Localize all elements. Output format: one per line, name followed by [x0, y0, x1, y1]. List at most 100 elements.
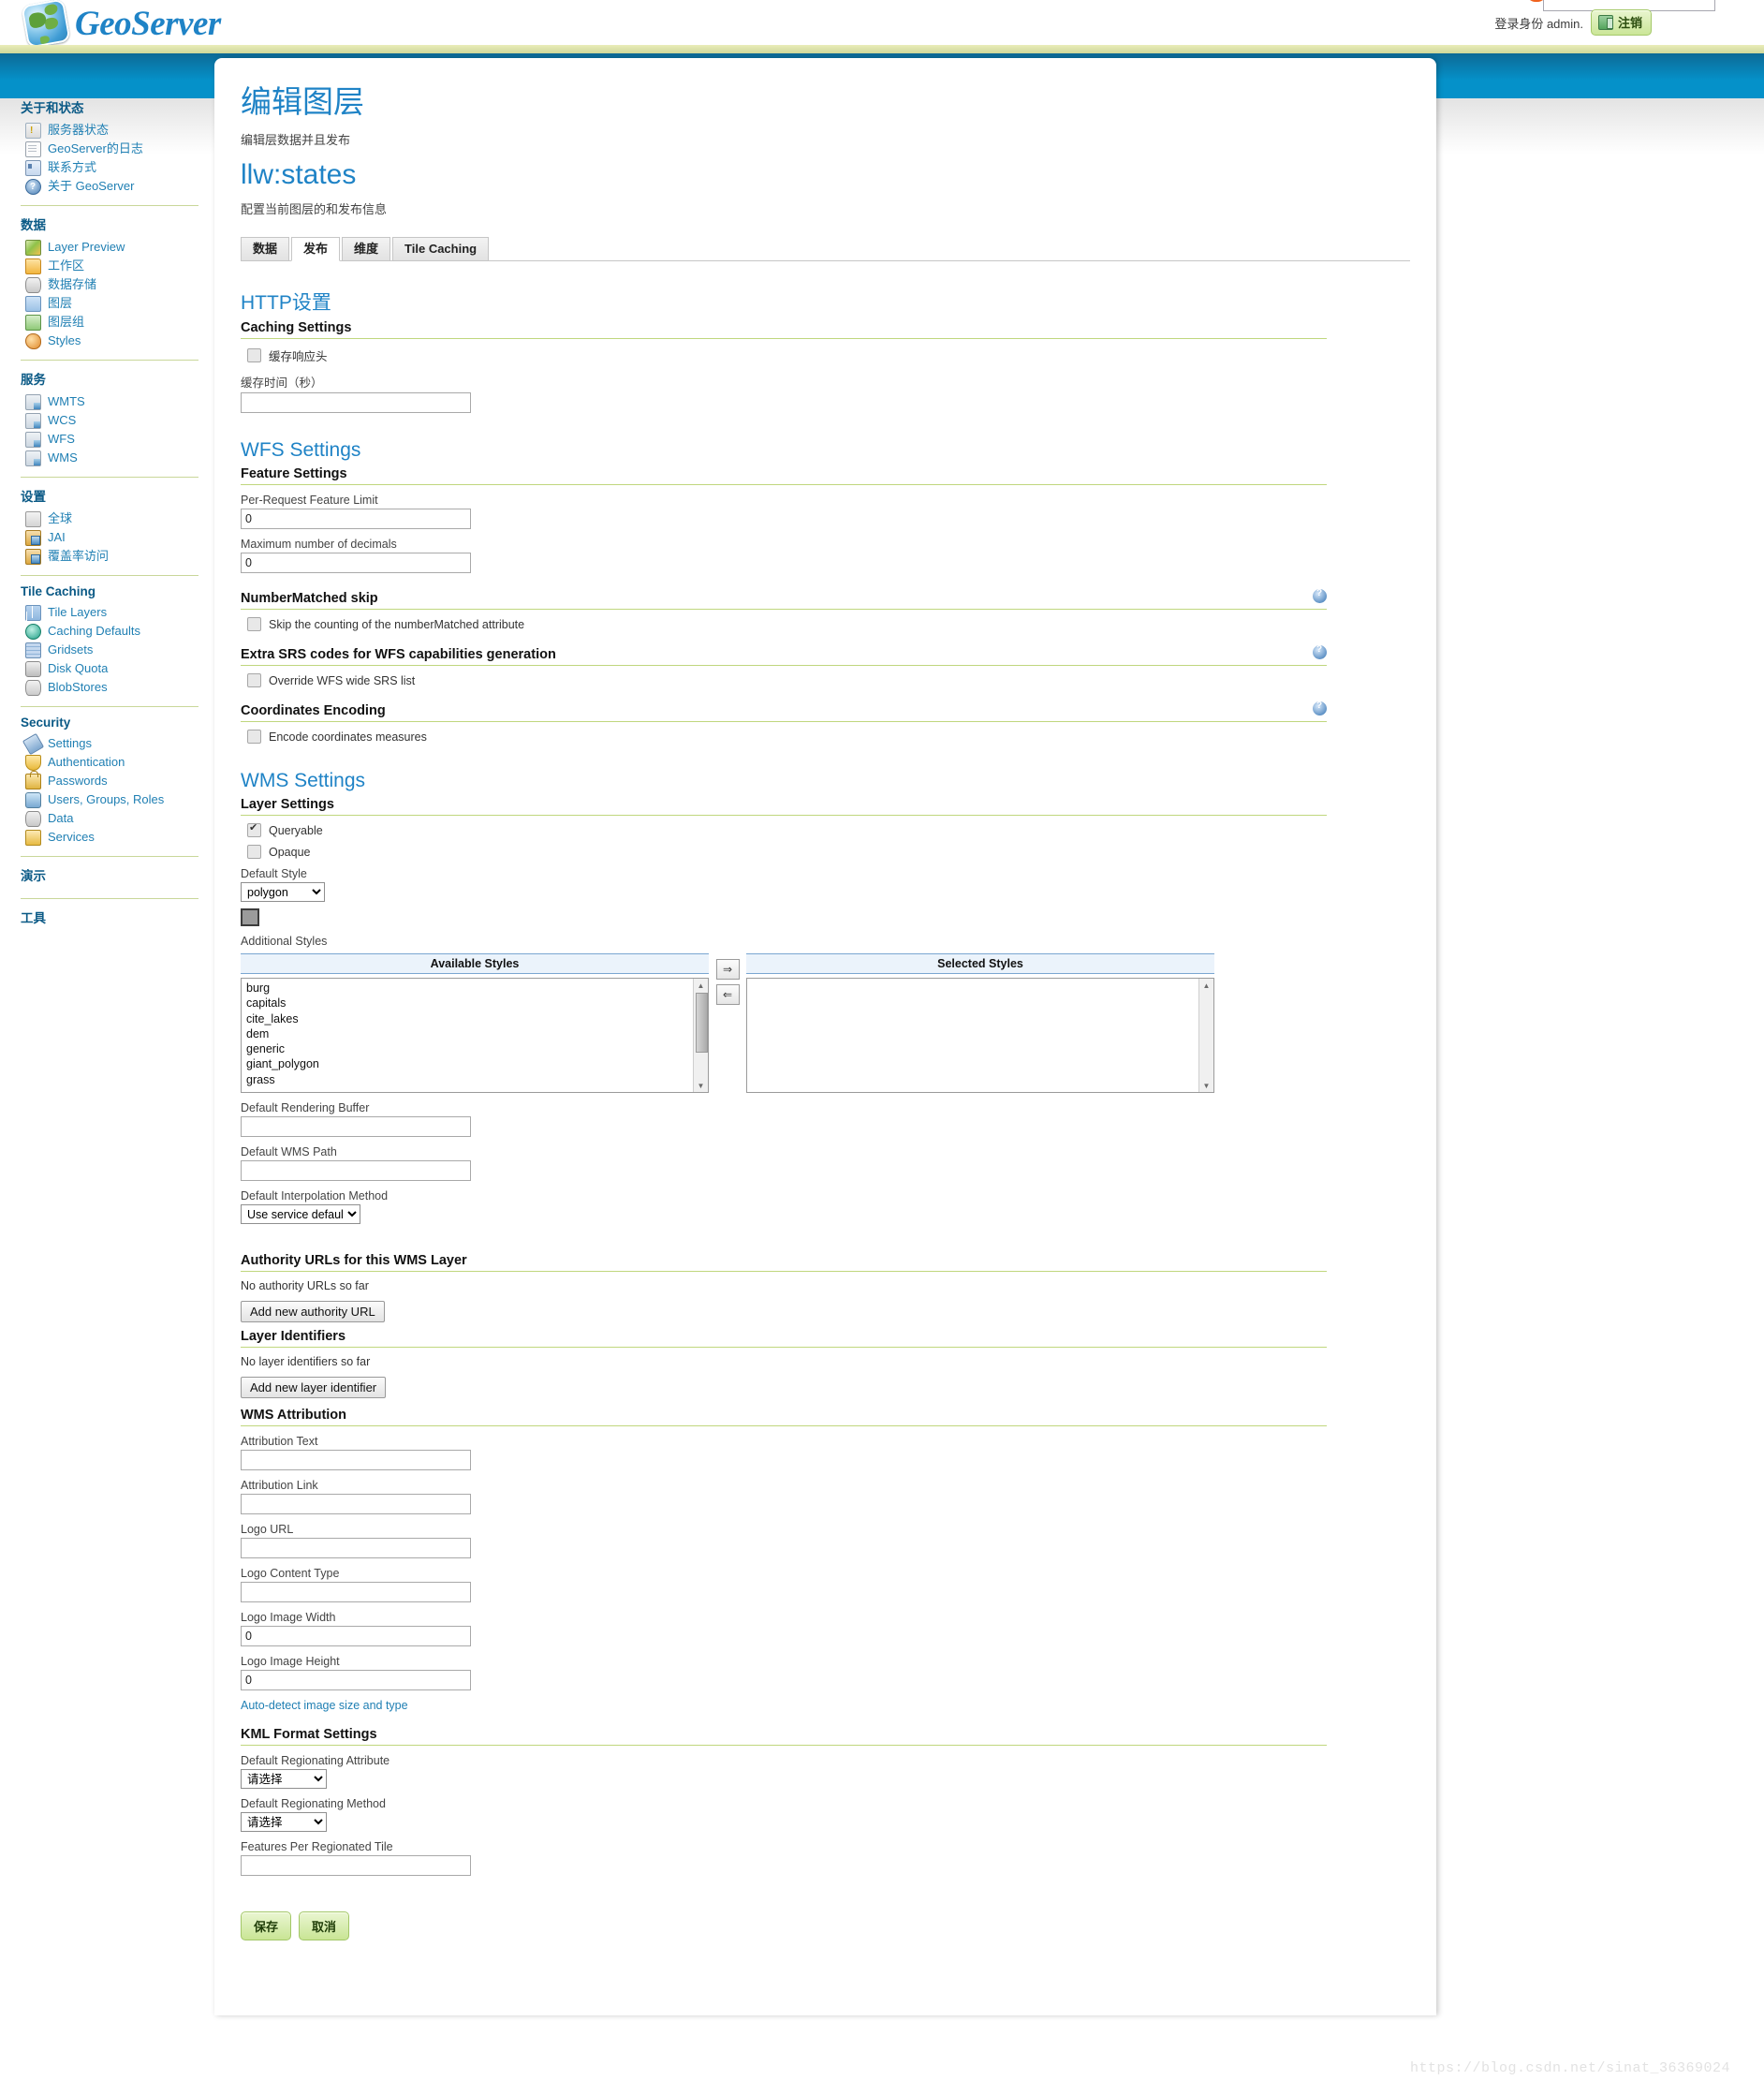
logo-content-type-input[interactable]	[241, 1582, 471, 1602]
available-styles-listbox[interactable]: burg capitals cite_lakes dem generic giant_po…	[241, 978, 709, 1093]
cache-response-header-row[interactable]: 缓存响应头	[247, 347, 1410, 364]
sidebar-item-[interactable]: 覆盖率访问	[0, 547, 213, 566]
override-srs-checkbox[interactable]	[247, 673, 261, 687]
sidebar-item-[interactable]: 数据存储	[0, 275, 213, 294]
available-style-item[interactable]: giant_polygon	[246, 1056, 708, 1071]
sidebar-item-gridsets[interactable]: Gridsets	[0, 641, 213, 659]
queryable-row[interactable]: Queryable	[247, 821, 1410, 837]
default-style-select[interactable]: polygon	[241, 882, 325, 902]
tab-4[interactable]: Tile Caching	[392, 237, 490, 260]
numbermatched-skip-checkbox[interactable]	[247, 617, 261, 631]
security-settings-wrench-icon	[22, 732, 45, 755]
caching-defaults-icon	[25, 623, 41, 640]
scroll-down-arrow-icon[interactable]: ▼	[1199, 1079, 1213, 1092]
add-style-button[interactable]: ⇒	[715, 959, 740, 980]
sidebar-item-settings[interactable]: Settings	[0, 732, 213, 755]
sidebar-item-styles[interactable]: Styles	[0, 332, 213, 350]
geoserver-logo[interactable]: GeoServer	[21, 0, 221, 49]
sidebar-item-disk-quota[interactable]: Disk Quota	[0, 659, 213, 678]
cache-response-header-checkbox[interactable]	[247, 348, 261, 362]
sidebar-item-[interactable]: 联系方式	[0, 158, 213, 177]
encode-coordinates-checkbox[interactable]	[247, 730, 261, 744]
rendering-buffer-input[interactable]	[241, 1116, 471, 1137]
available-style-item[interactable]: green	[246, 1087, 708, 1092]
selected-styles-listbox[interactable]: ▲ ▼	[746, 978, 1214, 1093]
logo-width-input[interactable]	[241, 1626, 471, 1646]
available-style-item[interactable]: grass	[246, 1072, 708, 1087]
help-icon[interactable]	[1313, 644, 1327, 659]
available-style-item[interactable]: capitals	[246, 996, 708, 1011]
selected-styles-scrollbar[interactable]: ▲ ▼	[1198, 979, 1213, 1092]
selected-styles-header: Selected Styles	[746, 953, 1214, 974]
sidebar-item-[interactable]: 工作区	[0, 257, 213, 275]
available-style-item[interactable]: generic	[246, 1041, 708, 1056]
sidebar-item-passwords[interactable]: Passwords	[0, 770, 213, 790]
scroll-up-arrow-icon[interactable]: ▲	[1199, 979, 1213, 992]
sidebar-item-[interactable]: 全球	[0, 509, 213, 528]
help-icon[interactable]	[1313, 588, 1327, 603]
sidebar-item-[interactable]: 服务器状态	[0, 121, 213, 140]
available-style-item[interactable]: burg	[246, 981, 708, 996]
sidebar-item-label: Styles	[48, 333, 81, 347]
attribution-text-input[interactable]	[241, 1450, 471, 1470]
tab-2[interactable]: 发布	[291, 237, 341, 261]
encode-coordinates-row[interactable]: Encode coordinates measures	[247, 730, 1410, 744]
available-style-item[interactable]: cite_lakes	[246, 1011, 708, 1026]
sidebar-item-[interactable]: 图层组	[0, 313, 213, 332]
help-icon[interactable]	[1313, 701, 1327, 716]
interpolation-method-select[interactable]: Use service default	[241, 1204, 360, 1224]
wms-path-input[interactable]	[241, 1160, 471, 1181]
add-layer-identifier-button[interactable]: Add new layer identifier	[241, 1377, 387, 1398]
sidebar-item-jai[interactable]: JAI	[0, 528, 213, 547]
sidebar-item-blobstores[interactable]: BlobStores	[0, 678, 213, 697]
sidebar-item-services[interactable]: Services	[0, 828, 213, 847]
sidebar-item-[interactable]: 图层	[0, 294, 213, 313]
sidebar-item-users-groups-roles[interactable]: Users, Groups, Roles	[0, 790, 213, 809]
scroll-up-arrow-icon[interactable]: ▲	[694, 979, 708, 992]
sidebar-item-geoserver[interactable]: 关于 GeoServer	[0, 177, 213, 196]
queryable-checkbox[interactable]	[247, 821, 261, 837]
server-status-icon	[25, 122, 41, 140]
sidebar-item-label: WFS	[48, 432, 75, 446]
sidebar-group-title: 服务	[21, 373, 46, 387]
sidebar-item-data[interactable]: Data	[0, 809, 213, 828]
remove-style-button[interactable]: ⇐	[715, 984, 740, 1005]
opaque-row[interactable]: Opaque	[247, 845, 1410, 859]
available-styles-scrollbar[interactable]: ▲ ▼	[693, 979, 708, 1092]
override-srs-row[interactable]: Override WFS wide SRS list	[247, 673, 1410, 687]
add-authority-url-button[interactable]: Add new authority URL	[241, 1301, 385, 1322]
sidebar-item-layer-preview[interactable]: Layer Preview	[0, 238, 213, 257]
sidebar-item-wms[interactable]: WMS	[0, 449, 213, 467]
per-request-feature-limit-input[interactable]	[241, 509, 471, 529]
cache-time-input[interactable]	[241, 392, 471, 413]
numbermatched-skip-row[interactable]: Skip the counting of the numberMatched a…	[247, 617, 1410, 631]
scroll-down-arrow-icon[interactable]: ▼	[694, 1079, 708, 1092]
logout-button[interactable]: 注销	[1590, 9, 1652, 36]
sidebar-item-geoserver[interactable]: GeoServer的日志	[0, 140, 213, 158]
sidebar-item-wmts[interactable]: WMTS	[0, 392, 213, 411]
tab-1[interactable]: 数据	[241, 237, 290, 260]
logo-height-input[interactable]	[241, 1670, 471, 1690]
sidebar-item-wfs[interactable]: WFS	[0, 430, 213, 449]
available-style-item[interactable]: dem	[246, 1026, 708, 1041]
scroll-thumb[interactable]	[696, 993, 708, 1053]
logo-url-input[interactable]	[241, 1538, 471, 1558]
features-per-tile-input[interactable]	[241, 1855, 471, 1876]
save-button[interactable]: 保存	[241, 1911, 292, 1940]
styles-palette-icon	[25, 332, 41, 349]
autodetect-image-link[interactable]: Auto-detect image size and type	[241, 1699, 408, 1712]
opaque-checkbox[interactable]	[247, 845, 261, 859]
tab-3[interactable]: 维度	[342, 237, 391, 260]
sidebar-item-authentication[interactable]: Authentication	[0, 753, 213, 772]
regionating-method-select[interactable]: 请选择	[241, 1812, 327, 1832]
attribution-link-input[interactable]	[241, 1494, 471, 1514]
sidebar-item-label: Gridsets	[48, 642, 94, 657]
cancel-button[interactable]: 取消	[299, 1911, 350, 1940]
logo-url-label: Logo URL	[241, 1523, 294, 1536]
sidebar-item-caching-defaults[interactable]: Caching Defaults	[0, 622, 213, 641]
tab-bar: 数据 发布 维度 Tile Caching	[241, 236, 1410, 261]
sidebar-item-tile-layers[interactable]: Tile Layers	[0, 603, 213, 622]
max-decimals-input[interactable]	[241, 553, 471, 573]
sidebar-item-wcs[interactable]: WCS	[0, 411, 213, 430]
regionating-attribute-select[interactable]: 请选择	[241, 1769, 327, 1789]
